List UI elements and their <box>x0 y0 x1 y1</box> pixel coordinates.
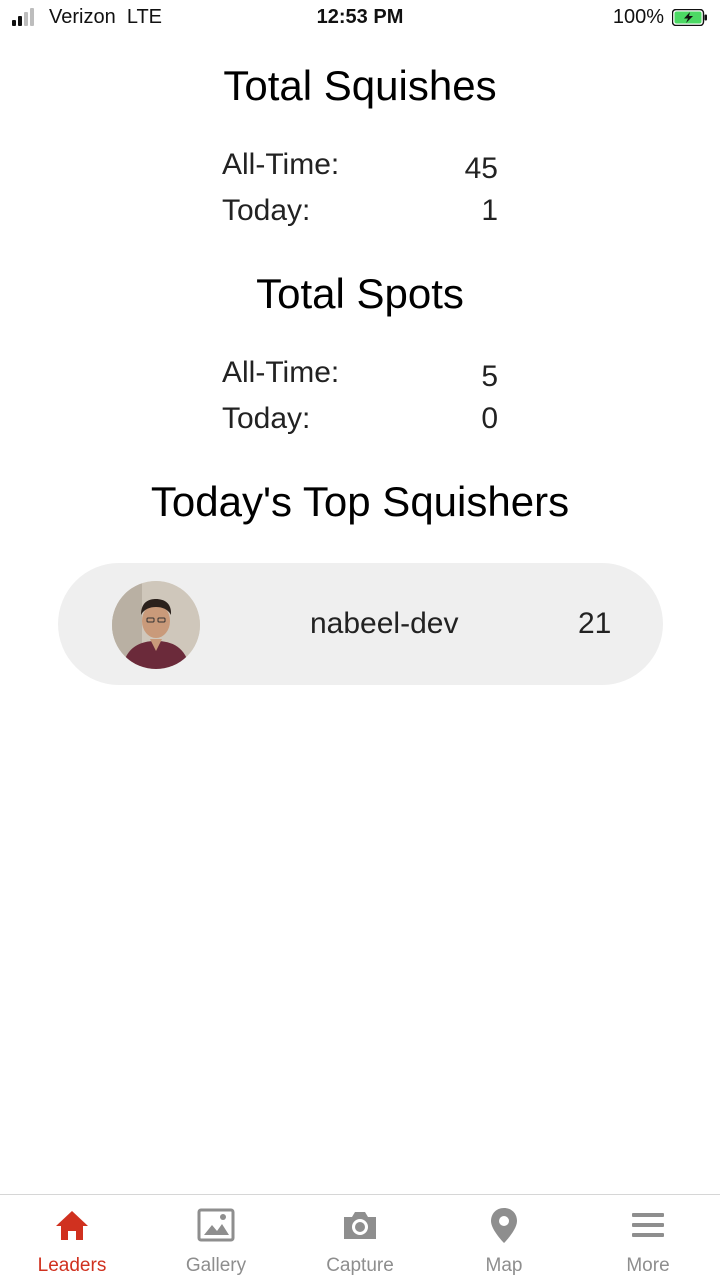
status-bar: Verizon LTE 12:53 PM 100% <box>0 0 720 36</box>
leader-username: nabeel-dev <box>310 607 459 640</box>
leader-score: 21 <box>578 607 612 640</box>
total-spots-title: Total Spots <box>256 270 464 317</box>
tab-label: Capture <box>326 1255 394 1276</box>
spots-today-row: Today: 0 <box>222 402 498 442</box>
stat-label: All-Time: <box>222 356 340 389</box>
tab-capture[interactable]: Capture <box>288 1195 432 1281</box>
tab-map[interactable]: Map <box>432 1195 576 1281</box>
user-avatar-photo <box>112 581 200 669</box>
battery-percentage: 100% <box>612 6 664 28</box>
house-icon <box>56 1211 88 1240</box>
stat-value: 45 <box>464 152 498 185</box>
tab-label: More <box>626 1255 670 1276</box>
tab-label: Gallery <box>185 1255 247 1276</box>
avatar <box>112 581 200 669</box>
tab-more[interactable]: More <box>576 1195 720 1281</box>
stat-value: 5 <box>481 360 498 393</box>
squishes-all-time-row: All-Time: 45 <box>222 148 498 188</box>
battery-charging-icon <box>672 9 707 26</box>
tab-gallery[interactable]: Gallery <box>144 1195 288 1281</box>
squishes-today-row: Today: 1 <box>222 194 498 234</box>
stat-label: All-Time: <box>222 148 340 181</box>
tab-label: Map <box>485 1255 523 1276</box>
map-pin-icon <box>491 1208 517 1243</box>
stat-label: Today: <box>222 402 311 435</box>
spots-all-time-row: All-Time: 5 <box>222 356 498 396</box>
leader-card[interactable]: nabeel-dev 21 <box>58 563 663 685</box>
stat-value: 0 <box>481 402 498 435</box>
menu-icon <box>632 1213 664 1237</box>
tab-label: Leaders <box>37 1255 107 1276</box>
stat-label: Today: <box>222 194 311 227</box>
top-squishers-title: Today's Top Squishers <box>150 478 570 525</box>
tab-leaders[interactable]: Leaders <box>0 1195 144 1281</box>
total-squishes-title: Total Squishes <box>223 62 497 109</box>
image-icon <box>197 1208 235 1242</box>
tab-bar: Leaders Gallery Capture Map More <box>0 1194 720 1281</box>
camera-icon <box>344 1212 376 1239</box>
stat-value: 1 <box>481 194 498 227</box>
